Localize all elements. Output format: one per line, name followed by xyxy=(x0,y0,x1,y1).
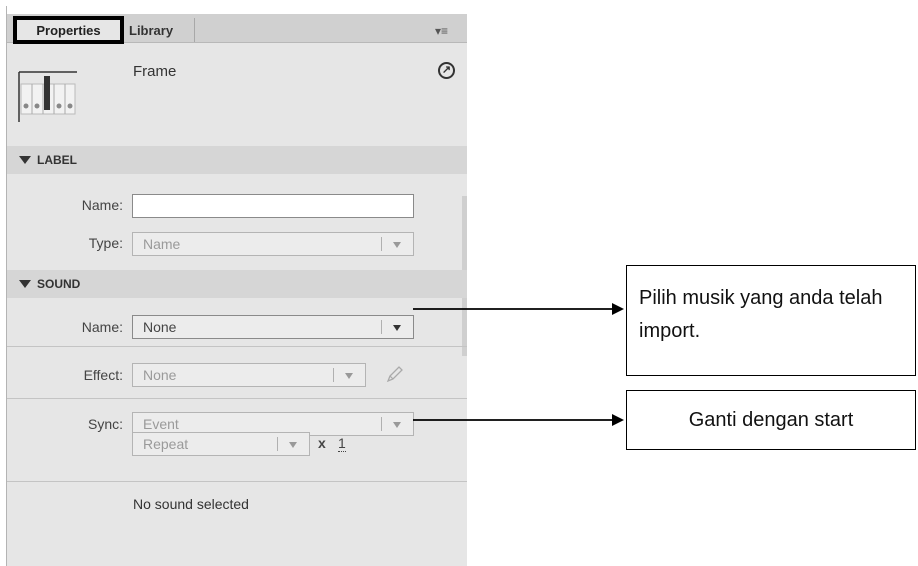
arrow-head-2 xyxy=(612,414,624,426)
arrow-head-1 xyxy=(612,303,624,315)
annotation-callout-2: Ganti dengan start xyxy=(626,390,916,450)
annotation-callout-1: Pilih musik yang anda telah import. xyxy=(626,265,916,376)
